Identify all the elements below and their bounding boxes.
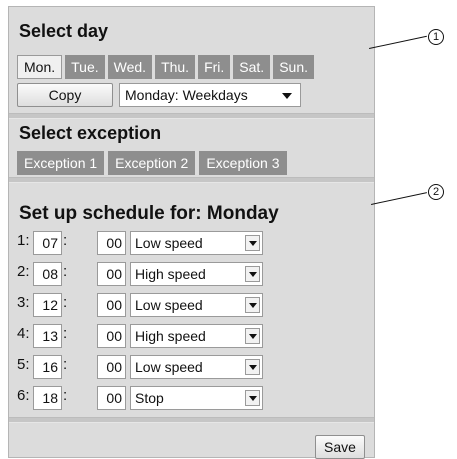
schedule-panel: Select day Mon. Tue. Wed. Thu. Fri. Sat.…	[8, 6, 375, 459]
hour-input[interactable]: 16	[33, 355, 62, 379]
copy-target-select[interactable]: Monday: Weekdays	[119, 83, 301, 107]
minute-input[interactable]: 00	[97, 293, 126, 317]
select-day-title: Select day	[19, 21, 109, 41]
day-tabs: Mon. Tue. Wed. Thu. Fri. Sat. Sun.	[17, 55, 315, 79]
copy-button[interactable]: Copy	[17, 83, 113, 107]
select-exception-title: Select exception	[19, 123, 162, 143]
hour-input[interactable]: 08	[33, 262, 62, 286]
hour-input[interactable]: 12	[33, 293, 62, 317]
minute-input[interactable]: 00	[97, 231, 126, 255]
minute-input[interactable]: 00	[97, 386, 126, 410]
tab-exception-1[interactable]: Exception 1	[17, 151, 105, 175]
tab-day-wed[interactable]: Wed.	[107, 55, 153, 79]
row-number: 5:	[17, 356, 30, 373]
tab-day-fri[interactable]: Fri.	[198, 55, 231, 79]
schedule-title: Set up schedule for: Monday	[19, 203, 279, 224]
section-divider	[9, 113, 374, 119]
row-number: 3:	[17, 294, 30, 311]
dropdown-arrow-icon[interactable]	[245, 235, 260, 251]
callout-marker-2: 2	[428, 184, 444, 200]
mode-select[interactable]: Stop	[130, 386, 263, 410]
dropdown-arrow-icon[interactable]	[245, 390, 260, 406]
mode-value: High speed	[135, 328, 206, 344]
mode-value: Stop	[135, 390, 164, 406]
minute-input[interactable]: 00	[97, 355, 126, 379]
minute-input[interactable]: 00	[97, 262, 126, 286]
hour-input[interactable]: 07	[33, 231, 62, 255]
mode-value: Low speed	[135, 359, 203, 375]
tab-day-mon[interactable]: Mon.	[17, 55, 63, 79]
dropdown-arrow-icon[interactable]	[245, 359, 260, 375]
dropdown-arrow-icon[interactable]	[245, 328, 260, 344]
mode-select[interactable]: Low speed	[130, 231, 263, 255]
time-separator: :	[63, 263, 68, 280]
callout-line-2	[371, 192, 427, 205]
row-number: 4:	[17, 325, 30, 342]
hour-input[interactable]: 13	[33, 324, 62, 348]
copy-target-value: Monday: Weekdays	[125, 87, 248, 103]
hour-input[interactable]: 18	[33, 386, 62, 410]
tab-day-sat[interactable]: Sat.	[233, 55, 271, 79]
tab-day-tue[interactable]: Tue.	[65, 55, 105, 79]
tab-exception-2[interactable]: Exception 2	[108, 151, 196, 175]
minute-input[interactable]: 00	[97, 324, 126, 348]
time-separator: :	[63, 387, 68, 404]
mode-value: Low speed	[135, 297, 203, 313]
time-separator: :	[63, 356, 68, 373]
mode-select[interactable]: Low speed	[130, 293, 263, 317]
dropdown-arrow-icon[interactable]	[245, 266, 260, 282]
mode-select[interactable]: High speed	[130, 324, 263, 348]
time-separator: :	[63, 294, 68, 311]
row-number: 2:	[17, 263, 30, 280]
mode-value: High speed	[135, 266, 206, 282]
row-number: 6:	[17, 387, 30, 404]
time-separator: :	[63, 325, 68, 342]
row-number: 1:	[17, 232, 30, 249]
exception-tabs: Exception 1 Exception 2 Exception 3	[17, 151, 287, 175]
chevron-down-icon	[282, 93, 292, 99]
callout-marker-1: 1	[428, 29, 444, 45]
mode-select[interactable]: High speed	[130, 262, 263, 286]
mode-select[interactable]: Low speed	[130, 355, 263, 379]
mode-value: Low speed	[135, 235, 203, 251]
save-button[interactable]: Save	[315, 435, 365, 459]
time-separator: :	[63, 232, 68, 249]
tab-exception-3[interactable]: Exception 3	[199, 151, 287, 175]
section-divider	[9, 417, 374, 423]
section-divider	[9, 177, 374, 183]
dropdown-arrow-icon[interactable]	[245, 297, 260, 313]
tab-day-sun[interactable]: Sun.	[273, 55, 315, 79]
callout-line-1	[369, 35, 427, 49]
tab-day-thu[interactable]: Thu.	[155, 55, 196, 79]
